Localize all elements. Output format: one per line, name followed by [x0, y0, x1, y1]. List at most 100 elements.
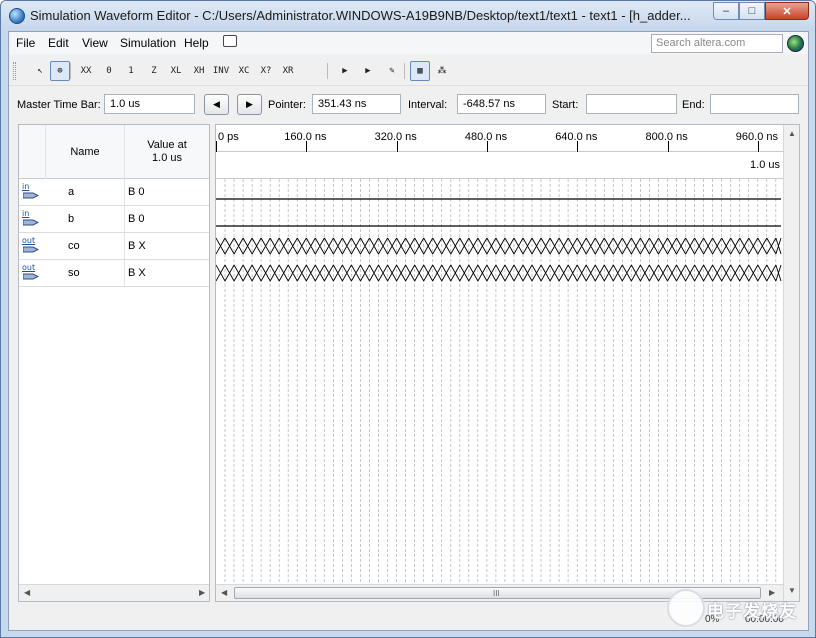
quartus-app-icon [9, 8, 25, 24]
maximize-button[interactable]: □ [739, 2, 765, 20]
menu-view[interactable]: View [82, 36, 108, 50]
force-low-button[interactable]: 0 [99, 61, 119, 81]
waveform-settings-button[interactable]: ⁂ [432, 61, 452, 81]
search-input[interactable]: Search altera.com [651, 34, 783, 53]
run-timing-simulation-icon: ▶ [365, 66, 371, 76]
application-window: Simulation Waveform Editor - C:/Users/Ad… [0, 0, 816, 638]
run-functional-simulation-icon: ▶ [342, 66, 348, 76]
signal-row-b[interactable]: in b B 0 [19, 206, 209, 233]
toolbar-separator [70, 63, 71, 79]
signal-value: B 0 [128, 186, 145, 198]
arrow-left-icon: ◀ [213, 99, 220, 109]
invert-icon: INV [212, 66, 230, 76]
count-value-icon: XC [238, 66, 250, 76]
signal-list-panel: Name Value at 1.0 us in a B 0 in b B 0 out co B … [18, 124, 210, 602]
force-weak-low-button[interactable]: XL [166, 61, 186, 81]
selection-tool-icon: ↖ [37, 66, 43, 76]
start-field[interactable] [586, 94, 677, 114]
force-unknown-button[interactable]: XX [76, 61, 96, 81]
scroll-right-icon[interactable]: ▶ [199, 588, 205, 597]
title-bar[interactable]: Simulation Waveform Editor - C:/Users/Ad… [1, 1, 815, 31]
signal-name: a [46, 179, 125, 205]
window-controls: – □ ✕ [713, 2, 809, 20]
signal-list-header: Name Value at 1.0 us [19, 125, 209, 179]
editor-client-area: File Edit View Simulation Help Search al… [8, 31, 809, 631]
menu-bar: File Edit View Simulation Help Search al… [9, 32, 808, 54]
force-unknown-icon: XX [80, 66, 92, 76]
interval-field[interactable]: -648.57 ns [457, 94, 546, 114]
count-value-button[interactable]: XC [234, 61, 254, 81]
random-value-button[interactable]: XR [278, 61, 298, 81]
force-dont-care-button[interactable]: X? [256, 61, 276, 81]
globe-icon[interactable] [787, 35, 804, 52]
signal-row-co[interactable]: out co B X [19, 233, 209, 260]
selection-tool-button[interactable]: ↖ [30, 61, 50, 81]
signal-row-so[interactable]: out so B X [19, 260, 209, 287]
pin-direction-label: in [22, 182, 30, 191]
toolbar-grip[interactable] [13, 62, 16, 80]
force-weak-high-icon: XH [193, 66, 205, 76]
watermark: 电子发烧友 [667, 587, 807, 633]
menu-simulation[interactable]: Simulation [120, 36, 176, 50]
force-high-icon: 1 [128, 66, 134, 76]
snap-to-grid-button[interactable]: ▦ [410, 61, 430, 81]
waveform-settings-icon: ⁂ [437, 66, 447, 76]
value-column-header[interactable]: Value at 1.0 us [125, 125, 209, 179]
master-time-bar-label: Master Time Bar: [17, 99, 101, 111]
waveform-vertical-scrollbar[interactable]: ▲ ▼ [783, 125, 799, 601]
interval-label: Interval: [408, 99, 448, 111]
toolbar-separator [327, 63, 328, 79]
toolbar-separator [404, 63, 405, 79]
output-pin-icon: out [21, 236, 43, 256]
input-pin-icon: in [21, 182, 43, 202]
master-time-bar-field[interactable]: 1.0 us [104, 94, 195, 114]
scroll-left-icon[interactable]: ◀ [24, 588, 30, 597]
force-low-icon: 0 [106, 66, 112, 76]
pin-direction-label: in [22, 209, 30, 218]
waveform-canvas[interactable] [216, 125, 783, 584]
signal-row-a[interactable]: in a B 0 [19, 179, 209, 206]
zoom-tool-button[interactable]: ⊕ [50, 61, 70, 81]
snap-to-grid-icon: ▦ [417, 66, 423, 76]
arrow-right-icon: ▶ [246, 99, 253, 109]
menu-file[interactable]: File [16, 36, 35, 50]
scroll-thumb-grip: III [493, 589, 500, 598]
start-label: Start: [552, 99, 579, 111]
output-pin-icon: out [21, 263, 43, 283]
value-column-time: 1.0 us [152, 152, 182, 164]
invert-button[interactable]: INV [211, 61, 231, 81]
pointer-field[interactable]: 351.43 ns [312, 94, 401, 114]
minimize-button[interactable]: – [713, 2, 739, 20]
run-functional-simulation-button[interactable]: ▶ [335, 61, 355, 81]
wave-scroll-left-icon[interactable]: ◀ [221, 588, 227, 597]
force-high-button[interactable]: 1 [121, 61, 141, 81]
name-column-header[interactable]: Name [46, 125, 125, 179]
menu-edit[interactable]: Edit [48, 36, 69, 50]
scroll-up-icon[interactable]: ▲ [788, 129, 796, 138]
previous-transition-button[interactable]: ◀ [204, 94, 229, 115]
signal-list-horizontal-scrollbar[interactable]: ◀ ▶ [19, 584, 209, 601]
close-button[interactable]: ✕ [765, 2, 809, 20]
window-title: Simulation Waveform Editor - C:/Users/Ad… [30, 8, 691, 23]
time-bar: Master Time Bar: 1.0 us ◀ ▶ Pointer: 351… [9, 92, 808, 120]
next-transition-button[interactable]: ▶ [237, 94, 262, 115]
menu-help[interactable]: Help [184, 36, 209, 50]
force-weak-high-button[interactable]: XH [189, 61, 209, 81]
force-high-impedance-button[interactable]: Z [144, 61, 164, 81]
signal-name: so [46, 260, 125, 286]
input-pin-icon: in [21, 209, 43, 229]
signal-name: co [46, 233, 125, 259]
run-timing-simulation-button[interactable]: ▶ [358, 61, 378, 81]
pointer-label: Pointer: [268, 99, 306, 111]
generate-netlist-button[interactable]: ✎ [382, 61, 402, 81]
direction-column-header[interactable] [19, 125, 46, 179]
signal-name: b [46, 206, 125, 232]
waveform-panel[interactable]: 0 ps 160.0 ns 320.0 ns 480.0 ns 640.0 ns 800.… [215, 124, 800, 602]
generate-netlist-icon: ✎ [389, 66, 395, 76]
value-column-title: Value at [147, 139, 187, 151]
end-label: End: [682, 99, 705, 111]
chat-icon[interactable] [223, 35, 237, 47]
toolbar: ↖ ⊕ XX 0 1 Z XL XH INV XC X? XR ▶ ▶ ✎ ▦ ⁂ [9, 56, 808, 86]
end-field[interactable] [710, 94, 799, 114]
force-weak-low-icon: XL [170, 66, 182, 76]
